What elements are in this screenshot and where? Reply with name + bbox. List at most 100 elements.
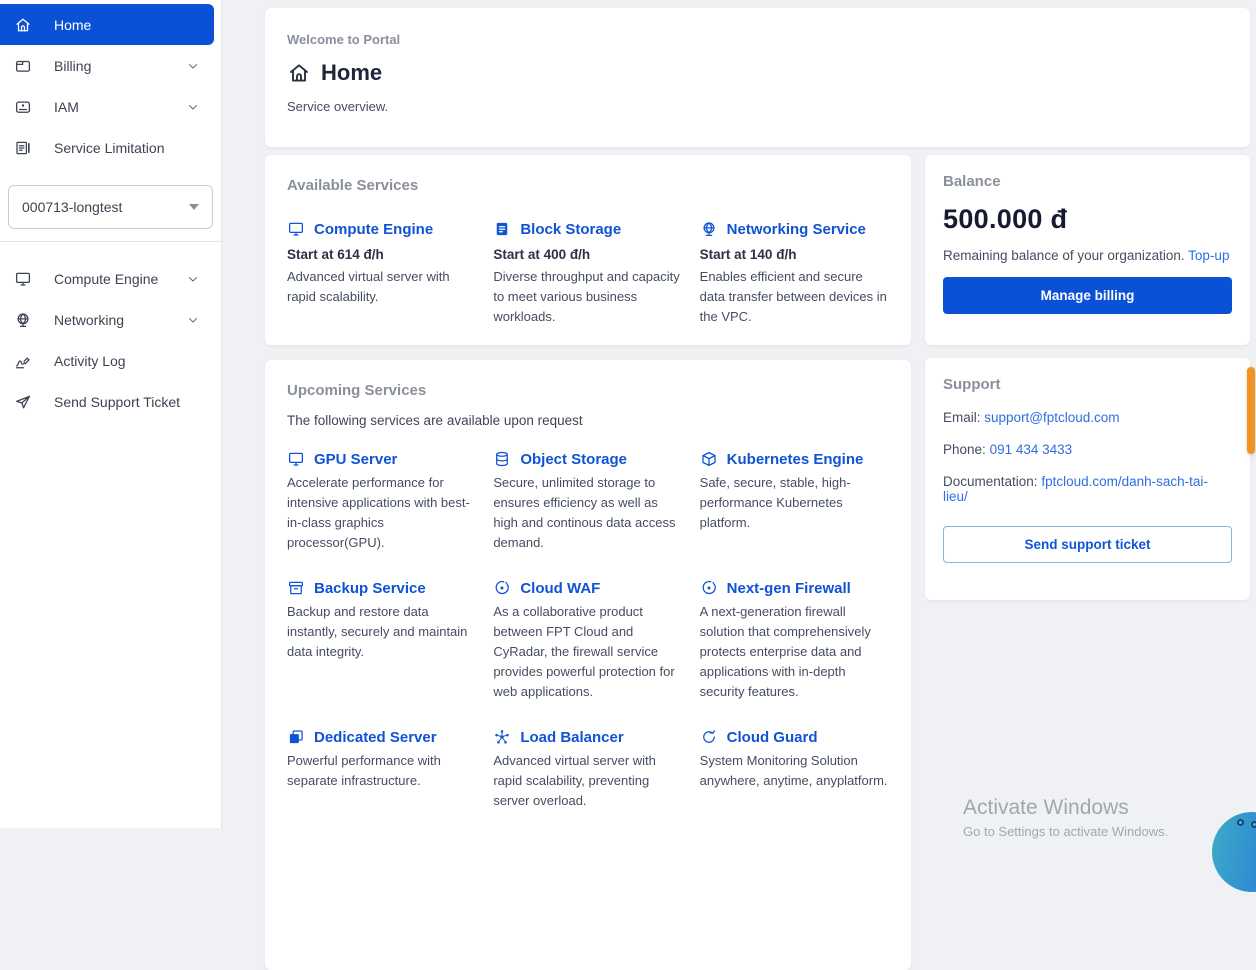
service-link-block-storage[interactable]: Block Storage bbox=[493, 220, 682, 238]
service-limitation-icon bbox=[14, 139, 32, 157]
support-title: Support bbox=[943, 376, 1232, 393]
welcome-card: Welcome to Portal Home Service overview. bbox=[265, 8, 1250, 147]
chevron-down-icon bbox=[186, 59, 200, 73]
page-title: Home bbox=[321, 60, 382, 86]
balance-amount: 500.000 đ bbox=[943, 204, 1232, 235]
available-services-grid: Compute Engine Start at 614 đ/h Advanced… bbox=[287, 220, 889, 327]
sidebar-item-billing[interactable]: Billing bbox=[0, 45, 214, 86]
service-title-label: Networking Service bbox=[727, 221, 866, 238]
sidebar-item-label: Compute Engine bbox=[54, 271, 164, 287]
sidebar-item-label: Networking bbox=[54, 312, 164, 328]
top-up-link[interactable]: Top-up bbox=[1188, 248, 1229, 263]
chevron-down-icon bbox=[186, 272, 200, 286]
chat-widget-button[interactable] bbox=[1212, 812, 1256, 892]
sidebar-item-label: Service Limitation bbox=[54, 140, 200, 156]
upcoming-services-card: Upcoming Services The following services… bbox=[265, 360, 911, 970]
service-description: Diverse throughput and capacity to meet … bbox=[493, 267, 682, 327]
watermark-line2: Go to Settings to activate Windows. bbox=[963, 824, 1168, 839]
service-tile-compute-engine: Compute Engine Start at 614 đ/h Advanced… bbox=[287, 220, 476, 327]
service-price: Start at 400 đ/h bbox=[493, 247, 682, 262]
iam-icon bbox=[14, 98, 32, 116]
sidebar-item-label: Home bbox=[54, 17, 200, 33]
chevron-down-icon bbox=[186, 100, 200, 114]
service-description: Safe, secure, stable, high-performance K… bbox=[700, 473, 889, 533]
sidebar-item-compute-engine[interactable]: Compute Engine bbox=[0, 258, 214, 299]
home-icon bbox=[287, 61, 311, 85]
cube-icon bbox=[700, 450, 718, 468]
service-link-compute-engine[interactable]: Compute Engine bbox=[287, 220, 476, 238]
activate-windows-watermark: Activate Windows Go to Settings to activ… bbox=[963, 796, 1168, 839]
sidebar-item-label: IAM bbox=[54, 99, 164, 115]
support-doc-label: Documentation: bbox=[943, 474, 1038, 489]
service-link-next-gen-firewall[interactable]: Next-gen Firewall bbox=[700, 579, 889, 597]
service-link-networking-service[interactable]: Networking Service bbox=[700, 220, 889, 238]
service-title-label: Cloud Guard bbox=[727, 729, 818, 746]
monitor-icon bbox=[287, 450, 305, 468]
service-title-label: Dedicated Server bbox=[314, 729, 437, 746]
org-selector[interactable]: 000713-longtest bbox=[8, 185, 213, 229]
upcoming-services-title: Upcoming Services bbox=[287, 382, 889, 399]
watermark-line1: Activate Windows bbox=[963, 796, 1168, 820]
service-tile-block-storage: Block Storage Start at 400 đ/h Diverse t… bbox=[493, 220, 682, 327]
service-link-gpu-server[interactable]: GPU Server bbox=[287, 450, 476, 468]
service-title-label: GPU Server bbox=[314, 451, 397, 468]
support-email-link[interactable]: support@fptcloud.com bbox=[984, 410, 1119, 425]
sidebar-item-home[interactable]: Home bbox=[0, 4, 214, 45]
upcoming-services-subtitle: The following services are available upo… bbox=[287, 413, 889, 428]
send-support-ticket-button[interactable]: Send support ticket bbox=[943, 526, 1232, 563]
balance-description-text: Remaining balance of your organization. bbox=[943, 248, 1185, 263]
support-email-label: Email: bbox=[943, 410, 981, 425]
service-price: Start at 614 đ/h bbox=[287, 247, 476, 262]
sidebar-item-iam[interactable]: IAM bbox=[0, 86, 214, 127]
service-description: Accelerate performance for intensive app… bbox=[287, 473, 476, 553]
support-email-row: Email: support@fptcloud.com bbox=[943, 410, 1232, 425]
manage-billing-button[interactable]: Manage billing bbox=[943, 277, 1232, 314]
service-description: As a collaborative product between FPT C… bbox=[493, 602, 682, 702]
service-tile-object-storage: Object Storage Secure, unlimited storage… bbox=[493, 450, 682, 553]
service-title-label: Compute Engine bbox=[314, 221, 433, 238]
page-subtitle: Service overview. bbox=[287, 99, 1228, 114]
service-title-label: Kubernetes Engine bbox=[727, 451, 864, 468]
sidebar-item-activity-log[interactable]: Activity Log bbox=[0, 340, 214, 381]
support-doc-row: Documentation: fptcloud.com/danh-sach-ta… bbox=[943, 474, 1232, 504]
service-link-load-balancer[interactable]: Load Balancer bbox=[493, 728, 682, 746]
service-description: System Monitoring Solution anywhere, any… bbox=[700, 751, 889, 791]
service-title-label: Object Storage bbox=[520, 451, 627, 468]
available-services-card: Available Services Compute Engine Start … bbox=[265, 155, 911, 345]
compute-engine-icon bbox=[14, 270, 32, 288]
service-tile-kubernetes-engine: Kubernetes Engine Safe, secure, stable, … bbox=[700, 450, 889, 553]
support-phone-row: Phone: 091 434 3433 bbox=[943, 442, 1232, 457]
welcome-eyebrow: Welcome to Portal bbox=[287, 32, 1228, 47]
service-link-dedicated-server[interactable]: Dedicated Server bbox=[287, 728, 476, 746]
portal-home-page: { "colors": { "primary_blue": "#0b51d6",… bbox=[0, 0, 1256, 828]
feedback-side-tab[interactable] bbox=[1247, 367, 1255, 454]
balance-title: Balance bbox=[943, 173, 1232, 190]
sidebar-divider bbox=[0, 241, 221, 242]
service-link-cloud-guard[interactable]: Cloud Guard bbox=[700, 728, 889, 746]
service-description: Advanced virtual server with rapid scala… bbox=[287, 267, 476, 307]
radar-shield-icon bbox=[493, 579, 511, 597]
globe-icon bbox=[700, 220, 718, 238]
org-selector-value: 000713-longtest bbox=[22, 199, 122, 215]
sidebar-item-label: Billing bbox=[54, 58, 164, 74]
service-link-cloud-waf[interactable]: Cloud WAF bbox=[493, 579, 682, 597]
radar-shield-icon bbox=[700, 579, 718, 597]
sidebar-item-service-limitation[interactable]: Service Limitation bbox=[0, 127, 214, 168]
chat-bot-eye-icon bbox=[1237, 819, 1244, 826]
page-title-row: Home bbox=[287, 60, 1228, 86]
support-phone-link[interactable]: 091 434 3433 bbox=[990, 442, 1073, 457]
service-tile-backup-service: Backup Service Backup and restore data i… bbox=[287, 579, 476, 702]
service-description: Enables efficient and secure data transf… bbox=[700, 267, 889, 327]
sidebar-item-networking[interactable]: Networking bbox=[0, 299, 214, 340]
service-title-label: Backup Service bbox=[314, 580, 426, 597]
service-link-kubernetes-engine[interactable]: Kubernetes Engine bbox=[700, 450, 889, 468]
sidebar-lower-nav: Compute Engine Networking Activity Log S… bbox=[0, 258, 221, 422]
service-title-label: Cloud WAF bbox=[520, 580, 600, 597]
service-link-object-storage[interactable]: Object Storage bbox=[493, 450, 682, 468]
activity-log-icon bbox=[14, 352, 32, 370]
service-link-backup-service[interactable]: Backup Service bbox=[287, 579, 476, 597]
upcoming-services-grid: GPU Server Accelerate performance for in… bbox=[287, 450, 889, 811]
sidebar-item-send-support-ticket[interactable]: Send Support Ticket bbox=[0, 381, 214, 422]
support-phone-label: Phone: bbox=[943, 442, 986, 457]
service-tile-cloud-guard: Cloud Guard System Monitoring Solution a… bbox=[700, 728, 889, 811]
